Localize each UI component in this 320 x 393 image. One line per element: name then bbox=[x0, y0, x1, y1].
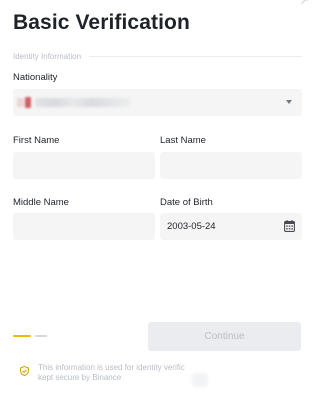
shield-check-icon bbox=[20, 366, 29, 376]
continue-button[interactable]: Continue bbox=[148, 322, 301, 351]
corner-arrow-icon: ↗ bbox=[299, 0, 309, 7]
middle-name-input[interactable] bbox=[13, 213, 155, 240]
date-of-birth-value: 2003-05-24 bbox=[167, 221, 216, 232]
privacy-notice-line-1: This information is used for identity ve… bbox=[38, 363, 185, 372]
nationality-value-redacted bbox=[35, 98, 131, 107]
flag-redacted-left bbox=[17, 98, 24, 107]
redacted-smudge bbox=[192, 373, 208, 387]
progress-step-2 bbox=[35, 335, 47, 337]
chevron-down-icon bbox=[286, 100, 292, 104]
first-name-label: First Name bbox=[13, 135, 60, 146]
middle-name-label: Middle Name bbox=[13, 197, 69, 208]
last-name-input[interactable] bbox=[160, 152, 302, 179]
privacy-notice: This information is used for identity ve… bbox=[38, 363, 200, 383]
nationality-select[interactable] bbox=[13, 89, 302, 116]
privacy-notice-line-2: kept secure by Binance bbox=[38, 373, 122, 382]
section-divider bbox=[89, 55, 302, 57]
section-label: Identity Information bbox=[13, 51, 82, 61]
page-title: Basic Verification bbox=[13, 11, 190, 34]
nationality-label: Nationality bbox=[13, 72, 58, 83]
calendar-icon[interactable] bbox=[284, 220, 295, 232]
flag-redacted bbox=[25, 97, 31, 108]
progress-step-1 bbox=[13, 335, 31, 337]
last-name-label: Last Name bbox=[160, 135, 206, 146]
first-name-input[interactable] bbox=[13, 152, 155, 179]
date-of-birth-input[interactable]: 2003-05-24 bbox=[160, 213, 302, 240]
date-of-birth-label: Date of Birth bbox=[160, 197, 213, 208]
section-header: Identity Information bbox=[13, 50, 302, 62]
